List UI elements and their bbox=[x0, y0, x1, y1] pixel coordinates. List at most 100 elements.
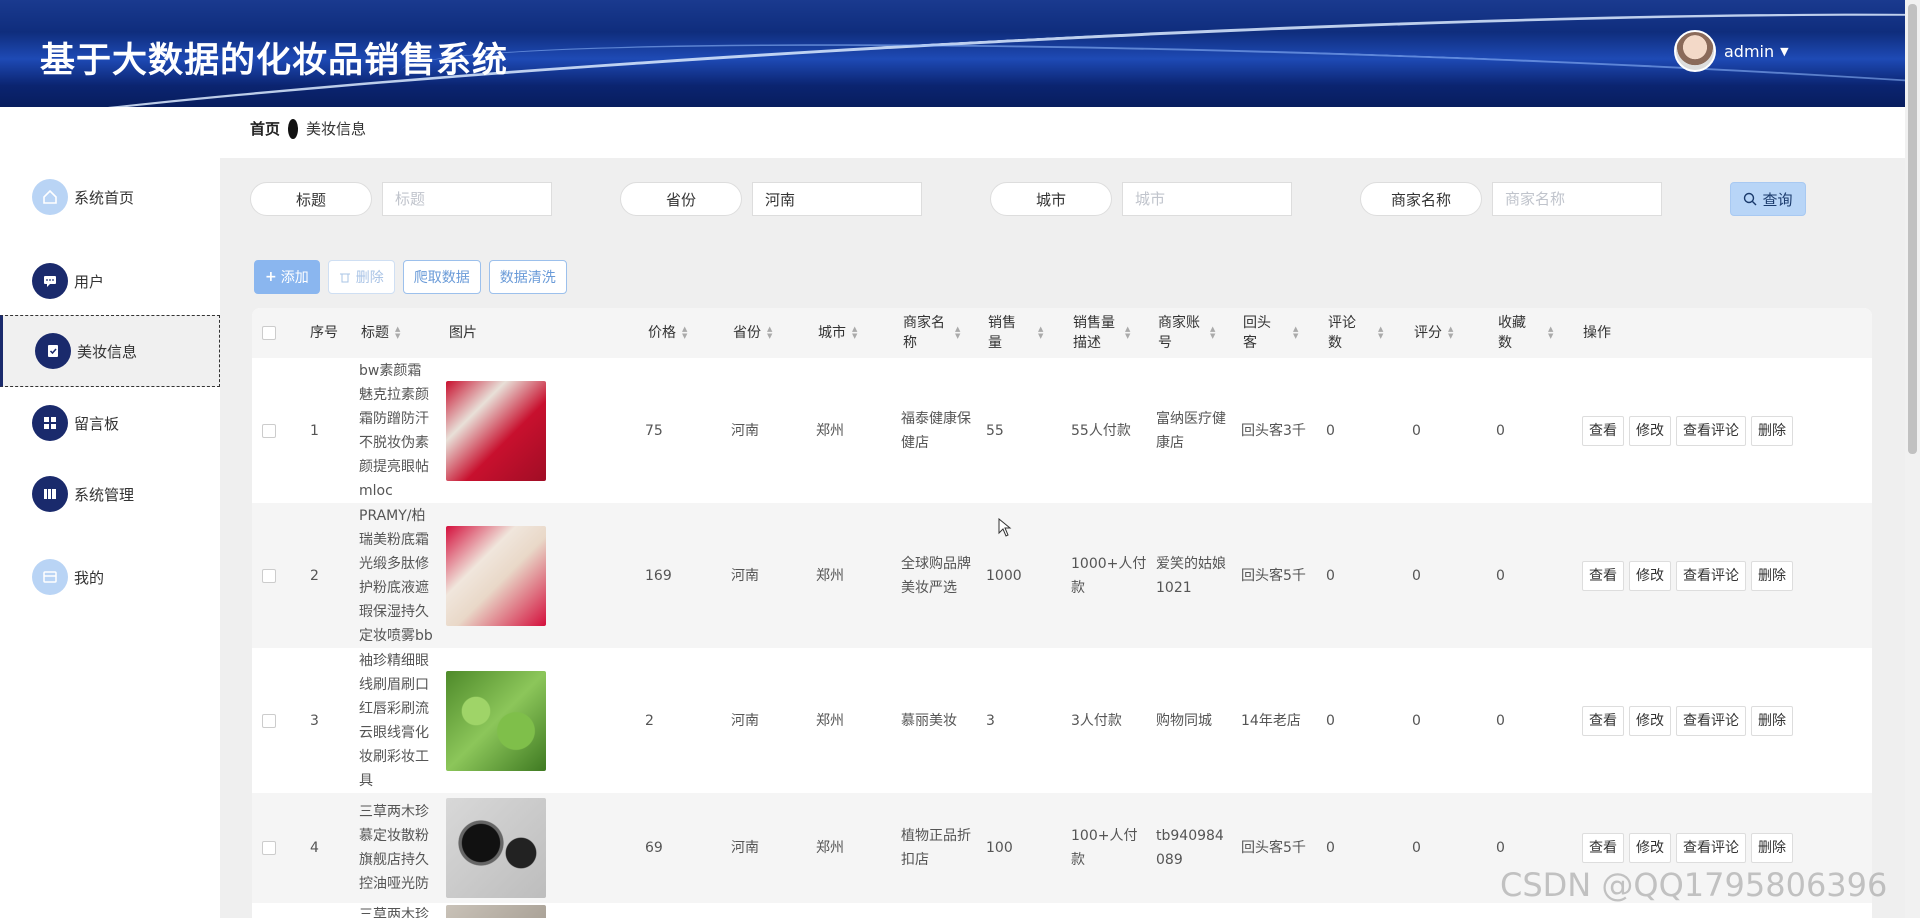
data-table: 序号 标题 ▲ ▼ 图片 价格 ▲ ▼ 省份 ▲ ▼ 城市 ▲ ▼ 商家名称 ▲ ▼ 销售量 ▲ ▼ 销… bbox=[252, 308, 1872, 918]
cell-actions: 查看 修改 查看评论 删除 bbox=[1582, 358, 1798, 503]
sidebar-item-label: 我的 bbox=[74, 568, 105, 587]
column-header-actions: 操作 bbox=[1583, 325, 1611, 341]
edit-button[interactable]: 修改 bbox=[1629, 833, 1671, 863]
cell-title: 三草两木珍 bbox=[359, 907, 429, 918]
sort-icon: ▲ ▼ bbox=[1125, 325, 1131, 340]
vertical-scrollbar[interactable] bbox=[1905, 0, 1920, 918]
row-checkbox[interactable] bbox=[262, 793, 276, 903]
sort-icon: ▲ ▼ bbox=[1548, 325, 1554, 340]
view-comments-button[interactable]: 查看评论 bbox=[1676, 705, 1746, 736]
breadcrumb-current: 美妆信息 bbox=[306, 120, 367, 138]
edit-button[interactable]: 修改 bbox=[1629, 415, 1671, 446]
view-button[interactable]: 查看 bbox=[1582, 705, 1624, 736]
sidebar-item-label: 系统管理 bbox=[74, 485, 135, 504]
cell-city: 郑州 bbox=[816, 422, 844, 439]
title-search-label: 标题 bbox=[250, 182, 372, 216]
breadcrumb-home[interactable]: 首页 bbox=[250, 118, 280, 139]
delete-row-button[interactable]: 删除 bbox=[1751, 560, 1793, 591]
column-header-favorites[interactable]: 收藏数 ▲ ▼ bbox=[1498, 308, 1553, 358]
delete-button[interactable]: 删除 bbox=[327, 260, 395, 294]
row-checkbox[interactable] bbox=[262, 648, 276, 793]
cell-sales: 100 bbox=[986, 840, 1013, 856]
product-image[interactable] bbox=[446, 798, 546, 898]
watermark: CSDN @QQ1795806396 bbox=[1500, 866, 1888, 904]
sidebar-item-mine[interactable]: 我的 bbox=[0, 541, 220, 613]
product-image[interactable] bbox=[446, 380, 546, 481]
sort-icon: ▲ ▼ bbox=[1293, 325, 1299, 340]
cell-merchant: 福泰健康保健店 bbox=[901, 410, 971, 451]
column-header-province[interactable]: 省份 ▲ ▼ bbox=[733, 308, 772, 358]
view-comments-button[interactable]: 查看评论 bbox=[1676, 415, 1746, 446]
cell-repeat: 回头客5千 bbox=[1241, 840, 1306, 856]
title-search-input[interactable] bbox=[382, 182, 552, 216]
sort-icon: ▲ ▼ bbox=[1448, 325, 1454, 340]
delete-row-button[interactable]: 删除 bbox=[1751, 705, 1793, 736]
main-content: 标题 省份 城市 商家名称 查询 + 添加 删除 爬取数据 数据清洗 序号 标题… bbox=[220, 158, 1905, 918]
column-header-image: 图片 bbox=[449, 325, 477, 341]
clipboard-icon bbox=[35, 333, 71, 369]
breadcrumb-separator-icon bbox=[288, 118, 299, 139]
scrollbar-thumb[interactable] bbox=[1908, 4, 1917, 454]
cell-repeat: 回头客5千 bbox=[1241, 567, 1306, 584]
cell-price: 169 bbox=[645, 567, 672, 584]
product-image[interactable] bbox=[446, 670, 546, 771]
column-header-rating[interactable]: 评分 ▲ ▼ bbox=[1414, 308, 1453, 358]
search-bar: 标题 省份 城市 商家名称 查询 bbox=[250, 182, 1850, 218]
cell-comments: 0 bbox=[1326, 422, 1335, 439]
sort-icon: ▲ ▼ bbox=[395, 325, 401, 340]
view-button[interactable]: 查看 bbox=[1582, 415, 1624, 446]
province-search-input[interactable] bbox=[752, 182, 922, 216]
user-name[interactable]: admin bbox=[1724, 42, 1774, 61]
cell-comments: 0 bbox=[1326, 567, 1335, 584]
select-all-checkbox[interactable] bbox=[262, 308, 276, 358]
add-button-label: 添加 bbox=[280, 270, 309, 286]
view-comments-button[interactable]: 查看评论 bbox=[1676, 833, 1746, 863]
sidebar-item-system-management[interactable]: 系统管理 bbox=[0, 458, 220, 530]
cell-favorites: 0 bbox=[1496, 567, 1505, 584]
cell-sales-desc: 1000+人付款 bbox=[1071, 555, 1147, 596]
caret-down-icon[interactable]: ▼ bbox=[1780, 45, 1788, 58]
edit-button[interactable]: 修改 bbox=[1629, 560, 1671, 591]
column-header-title[interactable]: 标题 ▲ ▼ bbox=[361, 308, 400, 358]
column-header-merchant[interactable]: 商家名称 ▲ ▼ bbox=[903, 308, 960, 358]
sort-icon: ▲ ▼ bbox=[955, 325, 961, 340]
column-header-comments[interactable]: 评论数 ▲ ▼ bbox=[1328, 308, 1383, 358]
delete-row-button[interactable]: 删除 bbox=[1751, 833, 1793, 863]
sidebar-item-label: 用户 bbox=[74, 272, 105, 291]
row-checkbox[interactable] bbox=[262, 503, 276, 648]
sidebar-item-message-board[interactable]: 留言板 bbox=[0, 387, 220, 459]
delete-row-button[interactable]: 删除 bbox=[1751, 415, 1793, 446]
column-header-price[interactable]: 价格 ▲ ▼ bbox=[648, 308, 687, 358]
chat-icon bbox=[32, 263, 68, 299]
column-header-repeat[interactable]: 回头客 ▲ ▼ bbox=[1243, 308, 1298, 358]
user-menu[interactable]: admin ▼ bbox=[1674, 30, 1789, 72]
sidebar-item-beauty-info[interactable]: 美妆信息 bbox=[0, 315, 220, 387]
merchant-search-input[interactable] bbox=[1492, 182, 1662, 216]
edit-button[interactable]: 修改 bbox=[1629, 705, 1671, 736]
cell-sales-desc: 3人付款 bbox=[1071, 712, 1122, 729]
crawl-data-button[interactable]: 爬取数据 bbox=[402, 260, 481, 294]
row-checkbox[interactable] bbox=[262, 358, 276, 503]
query-button[interactable]: 查询 bbox=[1730, 182, 1806, 216]
cell-account: 爱笑的姑娘1021 bbox=[1156, 555, 1226, 596]
view-comments-button[interactable]: 查看评论 bbox=[1676, 560, 1746, 591]
product-image[interactable] bbox=[446, 905, 546, 918]
sidebar-item-users[interactable]: 用户 bbox=[0, 245, 220, 317]
add-button[interactable]: + 添加 bbox=[254, 260, 320, 294]
city-search-input[interactable] bbox=[1122, 182, 1292, 216]
sidebar-item-home[interactable]: 系统首页 bbox=[0, 161, 220, 233]
column-header-sales[interactable]: 销售量 ▲ ▼ bbox=[988, 308, 1043, 358]
product-image[interactable] bbox=[446, 525, 546, 626]
column-header-sales-desc[interactable]: 销售量描述 ▲ ▼ bbox=[1073, 308, 1130, 358]
view-button[interactable]: 查看 bbox=[1582, 560, 1624, 591]
sidebar-item-label: 美妆信息 bbox=[77, 342, 138, 361]
view-button[interactable]: 查看 bbox=[1582, 833, 1624, 863]
column-header-city[interactable]: 城市 ▲ ▼ bbox=[818, 308, 857, 358]
avatar[interactable] bbox=[1674, 30, 1716, 72]
column-header-account[interactable]: 商家账号 ▲ ▼ bbox=[1158, 308, 1215, 358]
sidebar-item-label: 留言板 bbox=[74, 414, 120, 433]
cell-merchant: 全球购品牌美妆严选 bbox=[901, 555, 971, 596]
data-clean-button[interactable]: 数据清洗 bbox=[488, 260, 567, 294]
cell-comments: 0 bbox=[1326, 840, 1335, 856]
sort-icon: ▲ ▼ bbox=[767, 325, 773, 340]
